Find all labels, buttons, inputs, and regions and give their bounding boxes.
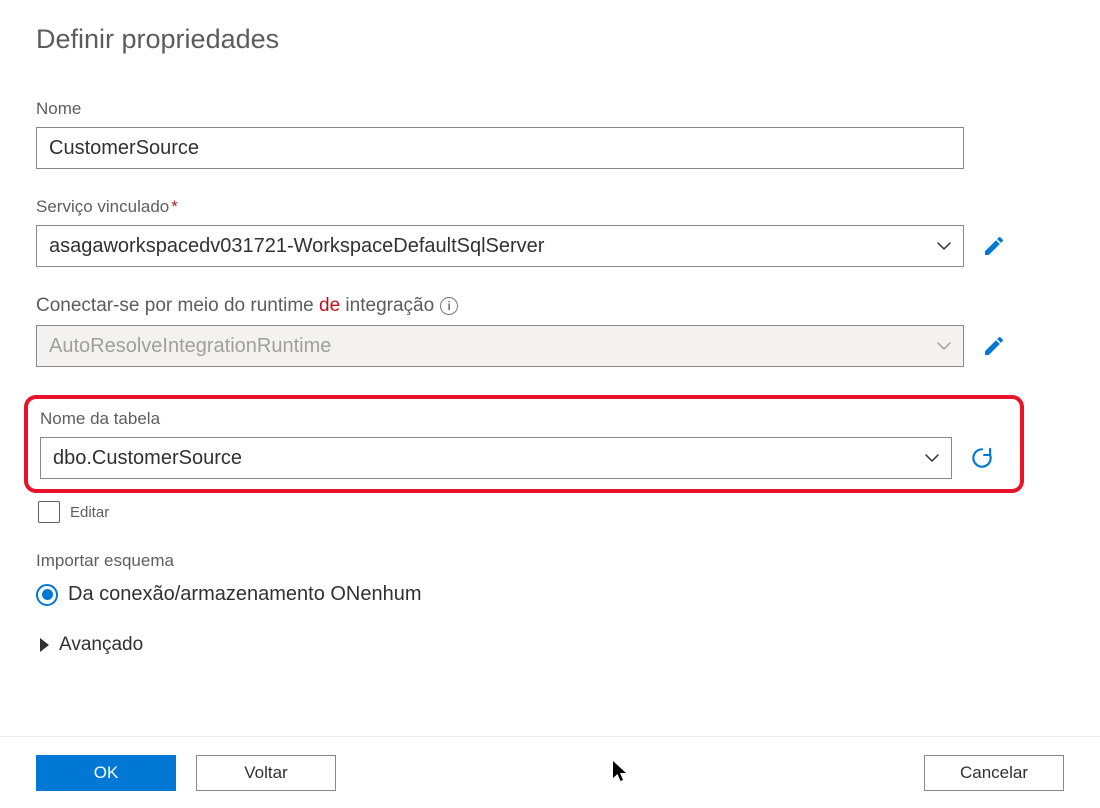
cancel-button[interactable]: Cancelar	[924, 755, 1064, 791]
edit-runtime-button[interactable]	[980, 332, 1008, 360]
ok-button[interactable]: OK	[36, 755, 176, 791]
advanced-label: Avançado	[59, 634, 143, 656]
runtime-label: Conectar-se por meio do runtime de integ…	[36, 295, 1064, 317]
table-name-label: Nome da tabela	[40, 409, 1008, 429]
schema-option-row: Da conexão/armazenamento ONenhum	[36, 583, 1064, 606]
chevron-right-icon	[40, 638, 49, 652]
runtime-label-post: integração	[340, 295, 434, 316]
table-name-select[interactable]: dbo.CustomerSource	[40, 437, 952, 479]
refresh-button[interactable]	[968, 444, 996, 472]
schema-radio-label: Da conexão/armazenamento ONenhum	[68, 583, 422, 606]
table-name-value: dbo.CustomerSource	[53, 447, 242, 470]
edit-checkbox[interactable]	[38, 501, 60, 523]
edit-linked-service-button[interactable]	[980, 232, 1008, 260]
chevron-down-icon	[937, 239, 951, 253]
runtime-label-pre: Conectar-se por meio do runtime	[36, 295, 319, 316]
linked-service-select[interactable]: asagaworkspacedv031721-WorkspaceDefaultS…	[36, 225, 964, 267]
runtime-label-mid: de	[319, 295, 340, 316]
runtime-select: AutoResolveIntegrationRuntime	[36, 325, 964, 367]
linked-service-field: Serviço vinculado* asagaworkspacedv03172…	[36, 197, 1064, 267]
import-schema-section: Importar esquema Da conexão/armazenament…	[36, 551, 1064, 606]
edit-checkbox-label: Editar	[70, 504, 109, 521]
table-name-highlight: Nome da tabela dbo.CustomerSource	[24, 395, 1024, 493]
linked-service-label: Serviço vinculado*	[36, 197, 1064, 217]
chevron-down-icon	[937, 339, 951, 353]
name-field: Nome	[36, 99, 1064, 169]
advanced-toggle[interactable]: Avançado	[36, 634, 1064, 656]
import-schema-label: Importar esquema	[36, 551, 1064, 571]
info-icon[interactable]: i	[440, 297, 458, 315]
required-asterisk: *	[171, 197, 178, 216]
linked-service-label-text: Serviço vinculado	[36, 197, 169, 216]
page-title: Definir propriedades	[36, 24, 1064, 55]
runtime-value: AutoResolveIntegrationRuntime	[49, 335, 331, 358]
linked-service-value: asagaworkspacedv031721-WorkspaceDefaultS…	[49, 235, 544, 258]
edit-checkbox-row: Editar	[38, 501, 1064, 523]
name-label: Nome	[36, 99, 1064, 119]
schema-radio-from-store[interactable]	[36, 584, 58, 606]
runtime-field: Conectar-se por meio do runtime de integ…	[36, 295, 1064, 367]
chevron-down-icon	[925, 451, 939, 465]
footer: OK Voltar Cancelar	[0, 736, 1100, 808]
radio-dot-icon	[42, 589, 53, 600]
back-button[interactable]: Voltar	[196, 755, 336, 791]
name-input[interactable]	[36, 127, 964, 169]
